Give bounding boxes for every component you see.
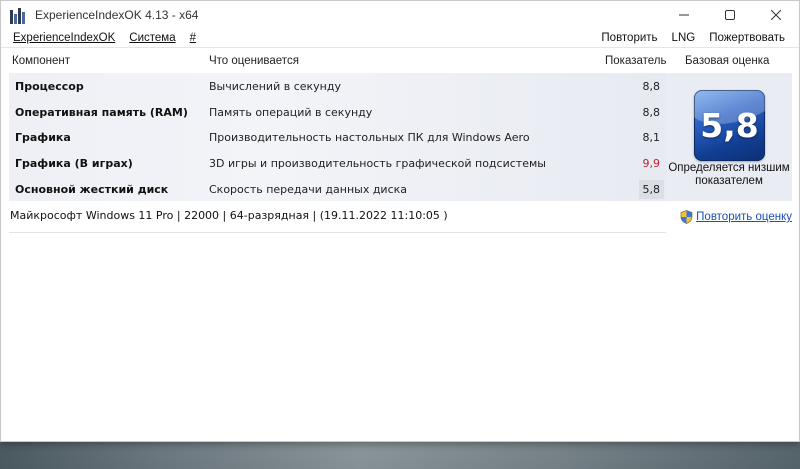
menu-repeat[interactable]: Повторить — [594, 32, 664, 44]
base-score-caption: Определяется низшим показателем — [666, 162, 792, 188]
close-icon — [771, 9, 781, 20]
component-score: 8,8 — [642, 80, 661, 94]
base-score-panel: 5,8 Определяется низшим показателем — [666, 73, 792, 201]
status-row: Майкрософт Windows 11 Pro | 22000 | 64-р… — [1, 205, 799, 233]
divider — [9, 232, 666, 233]
app-window: ExperienceIndexOK 4.13 - x64 ExperienceI… — [0, 0, 800, 442]
component-desc: Вычислений в секунду — [209, 80, 341, 94]
component-desc: 3D игры и производительность графической… — [209, 157, 546, 171]
component-name: Графика (В играх) — [15, 157, 133, 171]
menu-donate[interactable]: Пожертвовать — [702, 32, 799, 44]
base-score-value: 5,8 — [700, 106, 759, 145]
score-table: Процессор Вычислений в секунду 8,8 Опера… — [9, 73, 666, 201]
component-desc: Память операций в секунду — [209, 105, 373, 119]
table-row: Основной жесткий диск Скорость передачи … — [9, 176, 666, 202]
repeat-link-label[interactable]: Повторить оценку — [696, 211, 792, 223]
table-row: Процессор Вычислений в секунду 8,8 — [9, 74, 666, 100]
base-caption-line1: Определяется низшим — [668, 162, 790, 174]
shield-icon — [680, 210, 693, 224]
minimize-icon — [679, 14, 689, 15]
table-row: Графика (В играх) 3D игры и производител… — [9, 151, 666, 177]
window-title: ExperienceIndexOK 4.13 - x64 — [35, 7, 199, 22]
component-score-highest: 9,9 — [642, 157, 661, 171]
base-caption-line2: показателем — [695, 175, 763, 187]
component-score: 8,1 — [642, 131, 661, 145]
table-row: Оперативная память (RAM) Память операций… — [9, 100, 666, 126]
title-bar[interactable]: ExperienceIndexOK 4.13 - x64 — [1, 1, 799, 28]
header-score: Показатель — [605, 55, 667, 67]
menu-language[interactable]: LNG — [665, 32, 703, 44]
base-score-badge: 5,8 — [694, 90, 765, 161]
system-info: Майкрософт Windows 11 Pro | 22000 | 64-р… — [10, 209, 448, 222]
component-name: Основной жесткий диск — [15, 182, 169, 196]
header-base: Базовая оценка — [685, 55, 770, 67]
header-component: Компонент — [12, 55, 70, 67]
table-header: Компонент Что оценивается Показатель Баз… — [1, 49, 799, 73]
component-name: Процессор — [15, 80, 84, 94]
component-name: Оперативная память (RAM) — [15, 105, 188, 119]
app-bars-icon — [10, 6, 28, 24]
table-row: Графика Производительность настольных ПК… — [9, 125, 666, 151]
header-what: Что оценивается — [209, 55, 299, 67]
component-desc: Скорость передачи данных диска — [209, 182, 408, 196]
repeat-assessment-link[interactable]: Повторить оценку — [680, 210, 792, 224]
menu-experienceindexok[interactable]: ExperienceIndexOK — [1, 32, 122, 44]
minimize-button[interactable] — [661, 1, 707, 28]
menu-system[interactable]: Система — [122, 32, 182, 44]
component-score: 8,8 — [642, 105, 661, 119]
component-score-lowest: 5,8 — [638, 179, 664, 199]
component-desc: Производительность настольных ПК для Win… — [209, 131, 530, 145]
menu-bar: ExperienceIndexOK Система # Повторить LN… — [1, 28, 799, 48]
maximize-icon — [725, 9, 735, 20]
menu-hash[interactable]: # — [183, 32, 203, 44]
component-name: Графика — [15, 131, 71, 145]
close-button[interactable] — [753, 1, 799, 28]
maximize-button[interactable] — [707, 1, 753, 28]
